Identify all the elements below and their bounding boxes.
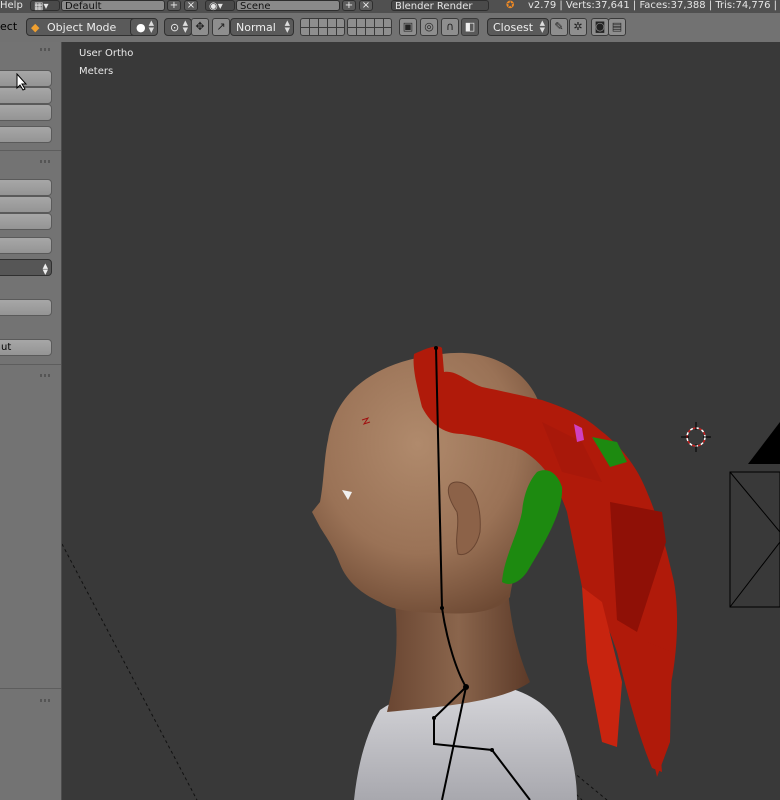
translate-manipulator-icon[interactable]: ↗ xyxy=(212,18,230,36)
scene-icon[interactable]: ◉▾ xyxy=(205,0,235,12)
tool-dropdown[interactable]: ▲ ▼ xyxy=(0,259,52,276)
scene-name-field[interactable]: Scene xyxy=(236,0,340,12)
proportional-edit-icon[interactable]: ◎ xyxy=(420,18,438,36)
panel-divider xyxy=(0,150,61,151)
solid-shading-icon: ● xyxy=(136,21,146,34)
snap-target-label: Closest xyxy=(493,21,534,34)
project-individual-icon[interactable]: ✲ xyxy=(569,18,587,36)
transform-orientation-select[interactable]: Normal ▲ ▼ xyxy=(230,18,294,36)
opengl-render-image-icon[interactable]: ◙ xyxy=(591,18,609,36)
unit-label: Meters xyxy=(79,66,114,77)
delete-layout-button[interactable]: × xyxy=(184,0,198,11)
camera-object[interactable] xyxy=(729,422,780,608)
align-rotation-icon[interactable]: ✎ xyxy=(550,18,568,36)
blender-logo-icon: ✪ xyxy=(506,0,515,11)
panel-grip[interactable] xyxy=(40,160,50,163)
tool-button-3[interactable] xyxy=(0,104,52,121)
orientation-label: Normal xyxy=(236,21,276,34)
manipulator-toggle-icon[interactable]: ✥ xyxy=(191,18,209,36)
tool-button-5[interactable] xyxy=(0,179,52,196)
view-name: User Ortho xyxy=(79,48,134,59)
add-layout-button[interactable]: + xyxy=(167,0,181,11)
tool-button-8[interactable] xyxy=(0,237,52,254)
render-engine-select[interactable]: Blender Render xyxy=(391,0,489,12)
tool-button-out[interactable]: ut xyxy=(0,339,52,356)
tool-button-7[interactable] xyxy=(0,213,52,230)
tool-shelf: ▲ ▼ ut xyxy=(0,42,62,800)
snap-element-icon[interactable]: ◧ xyxy=(461,18,479,36)
scene-statistics: v2.79 | Verts:37,641 | Faces:37,388 | Tr… xyxy=(528,0,780,11)
info-header: Help ▦▾ Default + × ◉▾ Scene + × Blender… xyxy=(0,0,780,13)
panel-grip[interactable] xyxy=(40,374,50,377)
opengl-render-animation-icon[interactable]: ▤ xyxy=(608,18,626,36)
panel-grip[interactable] xyxy=(40,699,50,702)
view3d-header: ect ◆ Object Mode ▲▼ ● ▲▼ ⊙ ▲▼ ✥ ↗ Norma… xyxy=(0,13,780,43)
viewport-scene xyxy=(62,346,780,800)
tool-button-6[interactable] xyxy=(0,196,52,213)
panel-divider xyxy=(0,364,61,365)
3d-cursor-icon[interactable] xyxy=(681,422,711,452)
mode-label: Object Mode xyxy=(47,21,117,34)
layer-buttons-right[interactable] xyxy=(347,18,392,36)
tool-button-4[interactable] xyxy=(0,126,52,143)
3d-viewport[interactable]: User Ortho Meters xyxy=(62,42,780,800)
panel-divider xyxy=(0,688,61,689)
layer-buttons-left[interactable] xyxy=(300,18,345,36)
screen-layout-icon[interactable]: ▦▾ xyxy=(30,0,60,12)
panel-grip[interactable] xyxy=(40,48,50,51)
pivot-point-select[interactable]: ⊙ ▲ ▼ xyxy=(164,18,192,36)
snap-target-select[interactable]: Closest ▲ ▼ xyxy=(487,18,549,36)
lock-camera-icon[interactable]: ▣ xyxy=(399,18,417,36)
snap-toggle-icon[interactable]: ∩ xyxy=(441,18,459,36)
tool-button-9[interactable] xyxy=(0,299,52,316)
help-menu[interactable]: Help xyxy=(0,0,23,12)
object-mode-icon: ◆ xyxy=(31,21,40,34)
add-scene-button[interactable]: + xyxy=(342,0,356,11)
delete-scene-button[interactable]: × xyxy=(359,0,373,11)
select-menu[interactable]: ect xyxy=(0,13,17,41)
circle-dot-icon: ⊙ xyxy=(170,21,180,34)
viewport-shading-select[interactable]: ● ▲ ▼ xyxy=(130,18,158,36)
mouse-pointer-icon xyxy=(16,73,28,91)
layout-name-field[interactable]: Default xyxy=(61,0,165,12)
